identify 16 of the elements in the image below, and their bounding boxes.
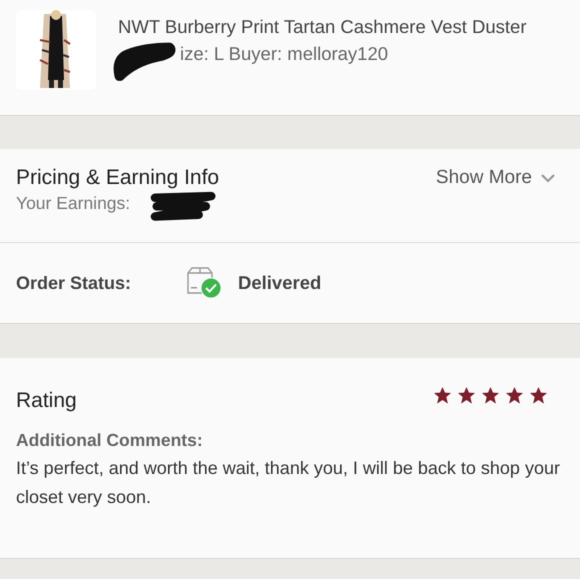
item-details: ize: L Buyer: melloray120 <box>180 42 388 66</box>
comment-text: It’s perfect, and worth the wait, thank you, I will be back to shop your closet very soon. <box>16 457 561 509</box>
status-label: Order Status: <box>16 272 132 294</box>
star-icon <box>457 386 476 404</box>
chevron-icon <box>540 173 556 183</box>
earnings-label: Your Earnings: <box>16 193 130 213</box>
status-value: Delivered <box>238 272 322 294</box>
star-icon <box>481 386 500 404</box>
star-icon <box>529 386 548 404</box>
star-icon <box>505 386 524 404</box>
section-title: Pricing & Earning Info <box>16 165 220 191</box>
section-title: Rating <box>16 388 77 414</box>
star-icon <box>433 386 452 404</box>
comments-label: Additional Comments: <box>16 429 204 452</box>
item-title: NWT Burberry Print Tartan Cashmere Vest Duster <box>118 15 528 39</box>
show-more-button[interactable]: Show More <box>436 163 556 193</box>
